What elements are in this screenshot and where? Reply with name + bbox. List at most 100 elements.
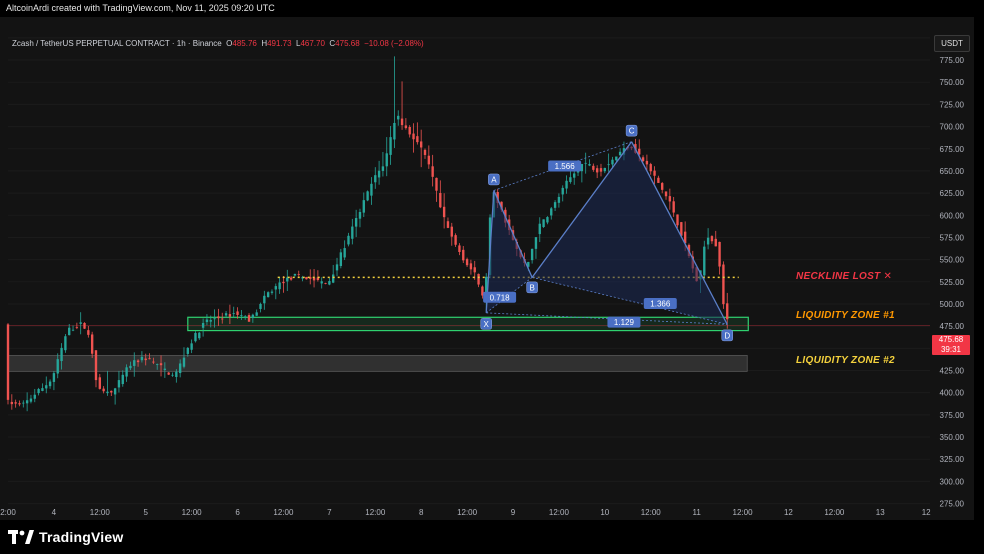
pattern-point-b: B (526, 281, 538, 294)
candle-body (553, 202, 557, 208)
candle-body (358, 211, 362, 219)
candle-body (320, 281, 323, 284)
y-tick-label: 300.00 (940, 477, 965, 486)
pattern-point-label: X (484, 320, 490, 329)
candle-body (79, 322, 82, 324)
ratio-ac: 1.566 (548, 160, 582, 172)
candle-body (569, 177, 572, 182)
candle-body (33, 394, 36, 399)
candle-body (113, 388, 117, 395)
candle-body (653, 170, 656, 176)
harmonic-pattern: X A B C D 0.718 1.566 1.366 1.129 (277, 124, 739, 342)
candle-body (339, 252, 343, 266)
candle-body (676, 214, 679, 226)
y-tick-label: 400.00 (940, 389, 965, 398)
price-chart[interactable]: XABCD0.7181.5661.3661.129 800.00775.0075… (0, 17, 974, 520)
x-tick-label: 12 (784, 508, 793, 517)
candle-body (71, 329, 75, 331)
candle-body (354, 218, 358, 227)
candle-body (603, 167, 606, 172)
candle-body (171, 374, 174, 376)
candle-body (335, 264, 339, 271)
candle-body (190, 343, 193, 350)
candle-body (129, 365, 132, 369)
candle-body (576, 171, 580, 173)
ratio-label: 1.366 (650, 299, 671, 308)
brand-name: TradingView (39, 529, 124, 545)
candle-body (48, 381, 52, 387)
candle-body (435, 177, 438, 191)
y-tick-label: 500.00 (940, 300, 965, 309)
candle-body (538, 223, 541, 235)
liquidity-zone-1 (187, 316, 749, 332)
candle-body (439, 193, 442, 208)
candle-body (133, 360, 136, 366)
x-tick-label: 9 (511, 508, 516, 517)
candle-body (645, 160, 649, 165)
x-tick-label: 12:00 (733, 508, 754, 517)
y-tick-label: 700.00 (940, 123, 965, 132)
x-tick-label: 13 (876, 508, 885, 517)
x-tick-label: 12:00 (457, 508, 478, 517)
candle-body (52, 373, 56, 382)
candle-body (75, 327, 79, 329)
candle-body (29, 398, 33, 402)
symbol-name[interactable]: Zcash / TetherUS PERPETUAL CONTRACT · 1h… (12, 39, 222, 48)
x-tick-label: 12:00 (549, 508, 570, 517)
candle-body (282, 281, 285, 284)
candle-body (45, 385, 48, 389)
candle-body (664, 191, 668, 197)
candle-body (178, 363, 182, 374)
last-price-value: 475.68 (938, 335, 964, 344)
candle-body (209, 320, 212, 322)
candle-body (102, 388, 105, 392)
candle-body (668, 196, 672, 202)
candle-body (343, 248, 346, 258)
candle-body (117, 380, 121, 388)
chart-frame[interactable]: XABCD0.7181.5661.3661.129 800.00775.0075… (0, 17, 974, 520)
candle-body (618, 151, 622, 156)
y-tick-label: 375.00 (940, 411, 965, 420)
candle-body (477, 273, 480, 285)
candle-body (251, 314, 255, 319)
candle-body (530, 248, 534, 261)
candle-body (599, 168, 603, 172)
candle-body (607, 164, 610, 166)
candle-body (611, 159, 614, 165)
bar-countdown: 39:31 (940, 345, 962, 354)
x-tick-label: 12:00 (365, 508, 386, 517)
candle-body (661, 183, 664, 190)
tradingview-logo[interactable]: TradingView (8, 529, 123, 545)
candle-body (381, 166, 385, 171)
candle-body (374, 175, 377, 183)
candle-body (389, 137, 392, 155)
candle-body (240, 315, 243, 316)
zone2-label: LIQUIDITY ZONE #2 (796, 355, 895, 366)
candle-body (194, 332, 197, 342)
candle-body (159, 363, 163, 366)
candle-body (152, 361, 155, 363)
candle-body (125, 367, 128, 377)
candle-body (595, 168, 599, 173)
candle-body (458, 245, 461, 253)
candle-body (106, 391, 109, 394)
candle-body (156, 364, 159, 365)
candle-body (6, 324, 10, 400)
ratio-label: 1.566 (555, 162, 576, 171)
candle-body (228, 314, 232, 317)
candle-body (136, 360, 140, 363)
candle-body (217, 316, 220, 319)
y-tick-label: 475.00 (940, 322, 965, 331)
candle-body (347, 235, 350, 245)
candle-body (550, 208, 553, 216)
candle-body (224, 313, 228, 316)
currency-unit-button[interactable]: USDT (934, 35, 970, 52)
candle-body (672, 201, 675, 213)
candle-body (25, 400, 29, 404)
liquidity-zone-2 (7, 355, 748, 372)
pattern-point-label: B (529, 283, 534, 292)
x-tick-label: 12 (922, 508, 931, 517)
candle-body (140, 356, 144, 361)
grid (8, 37, 930, 505)
candle-body (182, 357, 186, 367)
